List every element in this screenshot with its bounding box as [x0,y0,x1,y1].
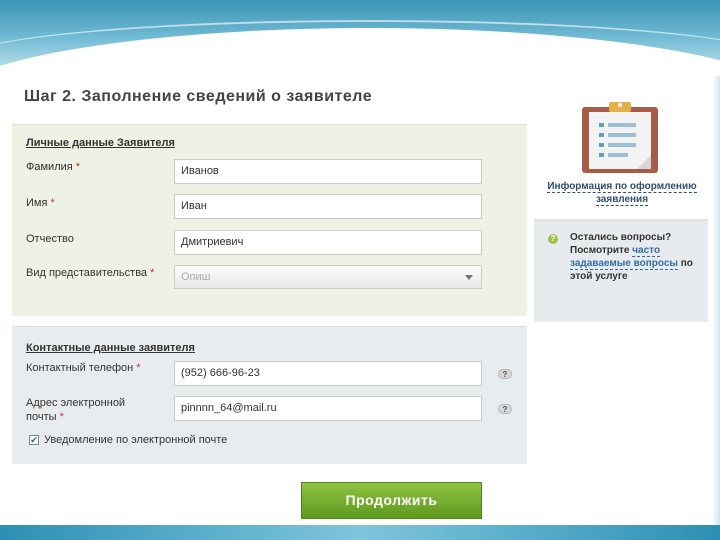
contact-data-header: Контактные данные заявителя [26,342,195,354]
patronymic-input[interactable]: Дмитриевич [174,230,482,255]
page-title: Шаг 2. Заполнение сведений о заявителе [24,88,373,105]
header-decoration [0,0,720,80]
patronymic-label: Отчество [26,233,74,245]
email-help-icon[interactable]: ? [498,404,512,414]
personal-data-header: Личные данные Заявителя [26,137,175,149]
personal-data-panel: Личные данные Заявителя Фамилия * Иванов… [12,124,527,316]
info-link[interactable]: Информация по оформлению заявления [547,180,697,206]
email-label: Адрес электронной почты * [26,397,126,423]
contact-data-panel: Контактные данные заявителя Контактный т… [12,326,527,464]
email-input[interactable]: pinnnn_64@mail.ru [174,396,482,421]
footer-decoration [0,525,720,540]
surname-label: Фамилия * [26,161,81,173]
email-notify-checkbox[interactable]: ✔ [29,435,39,445]
first-name-label: Имя * [26,197,55,209]
surname-input[interactable]: Иванов [174,159,482,184]
continue-button[interactable]: Продолжить [301,482,482,519]
checkbox-check-icon: ✔ [30,435,38,445]
faq-panel: ? Остались вопросы? Посмотрите часто зад… [534,219,708,322]
right-edge-decoration [712,76,720,530]
email-notify-label: Уведомление по электронной почте [44,434,228,446]
phone-input[interactable]: (952) 666-96-23 [174,361,482,386]
faq-text: Остались вопросы? Посмотрите часто задав… [570,232,693,282]
phone-label: Контактный телефон * [26,362,141,374]
clipboard-icon[interactable] [579,101,661,173]
representation-type-select[interactable]: Опиш [174,265,482,289]
dropdown-arrow-icon [465,275,473,280]
representation-type-label: Вид представительства * [26,267,155,279]
question-icon: ? [548,234,558,244]
phone-help-icon[interactable]: ? [498,369,512,379]
first-name-input[interactable]: Иван [174,194,482,219]
representation-type-value: Опиш [181,271,211,283]
